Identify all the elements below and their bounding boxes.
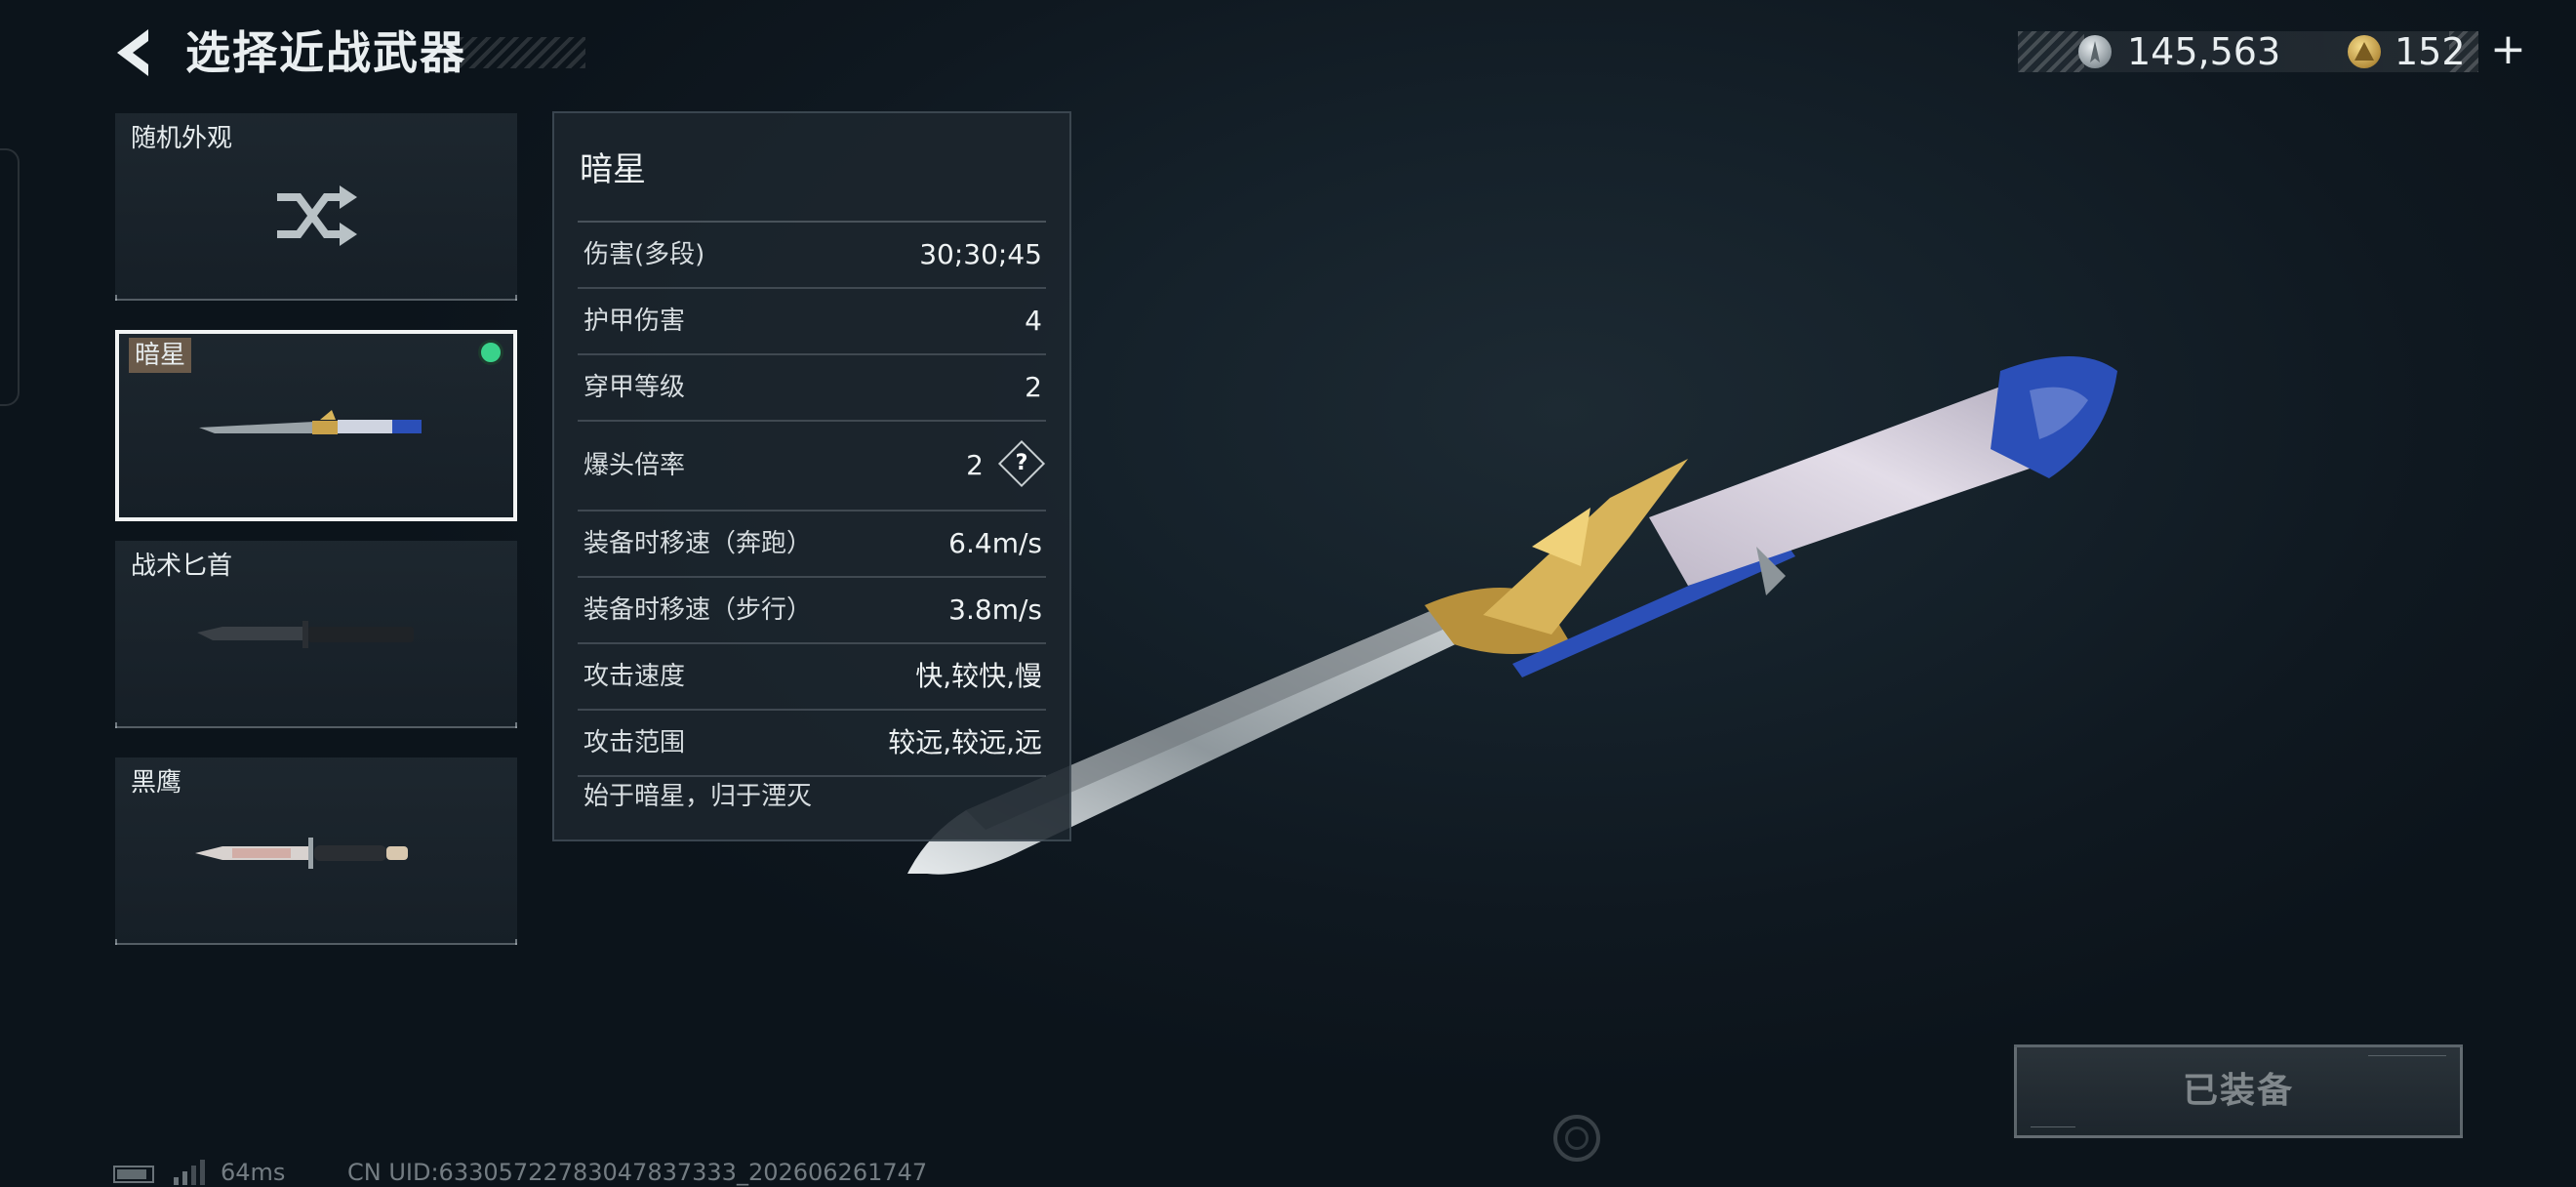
button-decoration: [2031, 1121, 2075, 1127]
page-title: 选择近战武器: [185, 26, 466, 79]
silver-currency-amount: 145,563: [2127, 30, 2281, 73]
silver-coin-icon: [2078, 35, 2112, 68]
weapon-card-random[interactable]: 随机外观: [115, 113, 517, 301]
weapon-card-dark-star[interactable]: 暗星: [115, 330, 517, 521]
stat-name: 爆头倍率: [584, 451, 686, 480]
weapon-showcase-dark-star: [907, 356, 2117, 875]
equipped-button[interactable]: 已装备: [2014, 1044, 2463, 1138]
stat-row-attack-speed: 攻击速度 快,较快,慢: [578, 644, 1046, 711]
katana-icon: [199, 410, 422, 434]
stat-row-run-speed: 装备时移速（奔跑） 6.4m/s: [578, 512, 1046, 578]
equipped-button-label: 已装备: [2182, 1071, 2294, 1111]
stat-value: 较远,较远,远: [888, 726, 1042, 758]
stat-value: 6.4m/s: [948, 527, 1042, 559]
stat-row-headshot: 爆头倍率 2 ?: [578, 422, 1046, 512]
battery-icon: [113, 1166, 154, 1183]
stat-value: 2: [1025, 371, 1042, 403]
back-button[interactable]: [109, 25, 164, 80]
stat-name: 装备时移速（奔跑）: [584, 529, 813, 558]
stat-name: 攻击速度: [584, 662, 686, 691]
black-eagle-knife-icon: [195, 838, 408, 869]
stat-value: 3.8m/s: [948, 594, 1042, 626]
stat-name: 伤害(多段): [584, 240, 705, 269]
stat-value: 4: [1025, 305, 1042, 337]
ping-text: 64ms: [221, 1159, 286, 1186]
shuffle-icon: [277, 185, 357, 246]
weapon-card-black-eagle[interactable]: 黑鹰: [115, 757, 517, 945]
stat-row-damage: 伤害(多段) 30;30;45: [578, 223, 1046, 289]
gold-coin-icon: [2348, 35, 2381, 68]
stat-value: 2: [966, 449, 984, 481]
stat-name: 护甲伤害: [584, 307, 686, 336]
weapon-name: 暗星: [580, 150, 646, 189]
card-underline: [115, 939, 517, 945]
combat-knife-icon: [197, 621, 414, 648]
side-drawer-handle[interactable]: [0, 148, 20, 406]
currency-bar: 145,563 152 +: [2018, 25, 2526, 74]
stat-row-attack-range: 攻击范围 较远,较远,远: [578, 711, 1046, 777]
stat-name: 穿甲等级: [584, 373, 686, 402]
currency-stripes-left: [2018, 31, 2084, 72]
card-underline: [115, 295, 517, 301]
uid-text: CN UID:63305722783047837333_202606261747: [347, 1159, 928, 1186]
currency-stripes-right: [2449, 31, 2478, 72]
help-icon[interactable]: ?: [997, 439, 1046, 488]
weapon-lore: 始于暗星，归于湮灭: [584, 782, 813, 811]
stat-value: 快,较快,慢: [915, 660, 1042, 692]
signal-icon: [174, 1160, 205, 1185]
weapon-card-tactical-knife[interactable]: 战术匕首: [115, 541, 517, 728]
title-decoration: [459, 37, 585, 68]
weapon-details-panel: 暗星 伤害(多段) 30;30;45 护甲伤害 4 穿甲等级 2 爆头倍率 2 …: [552, 111, 1071, 841]
stat-row-armor-damage: 护甲伤害 4: [578, 289, 1046, 355]
stat-row-penetration: 穿甲等级 2: [578, 355, 1046, 422]
add-currency-button[interactable]: +: [2490, 25, 2526, 74]
stat-row-walk-speed: 装备时移速（步行） 3.8m/s: [578, 578, 1046, 644]
stat-name: 攻击范围: [584, 728, 686, 757]
weapon-card-label: 黑鹰: [131, 768, 182, 798]
rotate-view-icon[interactable]: [1553, 1115, 1600, 1162]
weapon-card-label: 暗星: [129, 338, 192, 373]
equipped-indicator-icon: [478, 340, 503, 365]
back-arrow-icon: [117, 29, 148, 76]
card-underline: [115, 722, 517, 728]
weapon-card-label: 战术匕首: [131, 552, 233, 581]
stat-value: 30;30;45: [919, 238, 1042, 270]
stat-name: 装备时移速（步行）: [584, 595, 813, 625]
weapon-card-label: 随机外观: [131, 124, 233, 153]
